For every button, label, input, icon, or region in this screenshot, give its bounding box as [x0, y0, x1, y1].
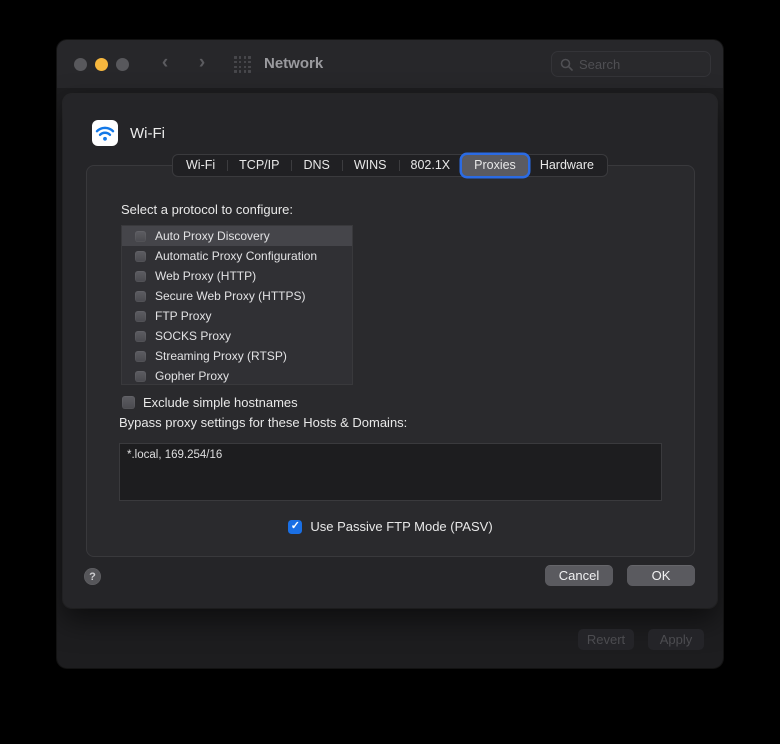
proxies-panel: Select a protocol to configure: Auto Pro…	[86, 165, 695, 557]
protocol-row-label: Secure Web Proxy (HTTPS)	[155, 289, 305, 303]
passive-ftp-checkbox[interactable]: ✓	[288, 520, 302, 534]
search-input[interactable]	[579, 57, 702, 72]
zoom-button[interactable]	[116, 58, 129, 71]
passive-ftp-row: ✓ Use Passive FTP Mode (PASV)	[87, 519, 694, 534]
protocol-row-label: Web Proxy (HTTP)	[155, 269, 256, 283]
cancel-button[interactable]: Cancel	[545, 565, 613, 586]
exclude-hostnames-checkbox[interactable]	[122, 396, 135, 409]
checkbox-unchecked[interactable]	[135, 351, 146, 362]
wifi-icon	[92, 120, 118, 146]
tab-wins[interactable]: WINS	[342, 155, 399, 176]
service-name: Wi-Fi	[130, 125, 165, 142]
passive-ftp-label: Use Passive FTP Mode (PASV)	[310, 519, 492, 534]
revert-button: Revert	[578, 629, 634, 650]
protocol-row-automatic-proxy-configuration[interactable]: Automatic Proxy Configuration	[122, 246, 352, 266]
protocol-row-label: SOCKS Proxy	[155, 329, 231, 343]
checkbox-unchecked[interactable]	[135, 271, 146, 282]
checkbox-unchecked[interactable]	[135, 231, 146, 242]
bypass-label: Bypass proxy settings for these Hosts & …	[119, 415, 407, 430]
protocol-row-secure-web-proxy-https[interactable]: Secure Web Proxy (HTTPS)	[122, 286, 352, 306]
exclude-hostnames-label: Exclude simple hostnames	[143, 395, 298, 410]
protocol-list-label: Select a protocol to configure:	[121, 202, 293, 217]
protocol-row-label: Automatic Proxy Configuration	[155, 249, 317, 263]
proxies-sheet: Wi-Fi Wi-Fi TCP/IP DNS WINS 802.1X Proxi…	[63, 94, 717, 608]
protocol-list[interactable]: Auto Proxy Discovery Automatic Proxy Con…	[121, 225, 353, 385]
show-all-grid-icon[interactable]	[234, 56, 251, 73]
bypass-hosts-textarea[interactable]: *.local, 169.254/16	[119, 443, 662, 501]
back-icon[interactable]: ‹	[155, 52, 175, 76]
tab-dns[interactable]: DNS	[291, 155, 341, 176]
network-preferences-window: ‹ › Network Wi-Fi W	[57, 40, 723, 668]
protocol-row-gopher-proxy[interactable]: Gopher Proxy	[122, 366, 352, 386]
checkbox-unchecked[interactable]	[135, 371, 146, 382]
protocol-row-label: Gopher Proxy	[155, 369, 229, 383]
tab-tcpip[interactable]: TCP/IP	[227, 155, 291, 176]
protocol-row-label: FTP Proxy	[155, 309, 211, 323]
search-field[interactable]	[551, 51, 711, 77]
title-bar: ‹ › Network	[57, 40, 723, 88]
tab-wifi[interactable]: Wi-Fi	[174, 155, 227, 176]
protocol-row-web-proxy-http[interactable]: Web Proxy (HTTP)	[122, 266, 352, 286]
window-title: Network	[264, 55, 323, 72]
close-button[interactable]	[74, 58, 87, 71]
exclude-hostnames-row: Exclude simple hostnames	[122, 395, 298, 410]
protocol-row-socks-proxy[interactable]: SOCKS Proxy	[122, 326, 352, 346]
apply-button: Apply	[648, 629, 704, 650]
tab-proxies[interactable]: Proxies	[462, 155, 528, 176]
checkbox-unchecked[interactable]	[135, 311, 146, 322]
checkbox-unchecked[interactable]	[135, 251, 146, 262]
tab-bar: Wi-Fi TCP/IP DNS WINS 802.1X Proxies Har…	[172, 154, 608, 177]
checkbox-unchecked[interactable]	[135, 331, 146, 342]
checkbox-unchecked[interactable]	[135, 291, 146, 302]
protocol-row-label: Auto Proxy Discovery	[155, 229, 270, 243]
tab-8021x[interactable]: 802.1X	[399, 155, 463, 176]
minimize-button[interactable]	[95, 58, 108, 71]
search-icon	[560, 58, 573, 71]
protocol-row-streaming-proxy-rtsp[interactable]: Streaming Proxy (RTSP)	[122, 346, 352, 366]
tab-hardware[interactable]: Hardware	[528, 155, 606, 176]
forward-icon[interactable]: ›	[192, 52, 212, 76]
protocol-row-auto-proxy-discovery[interactable]: Auto Proxy Discovery	[122, 226, 352, 246]
ok-button[interactable]: OK	[627, 565, 695, 586]
protocol-row-ftp-proxy[interactable]: FTP Proxy	[122, 306, 352, 326]
protocol-row-label: Streaming Proxy (RTSP)	[155, 349, 287, 363]
help-button[interactable]: ?	[84, 568, 101, 585]
